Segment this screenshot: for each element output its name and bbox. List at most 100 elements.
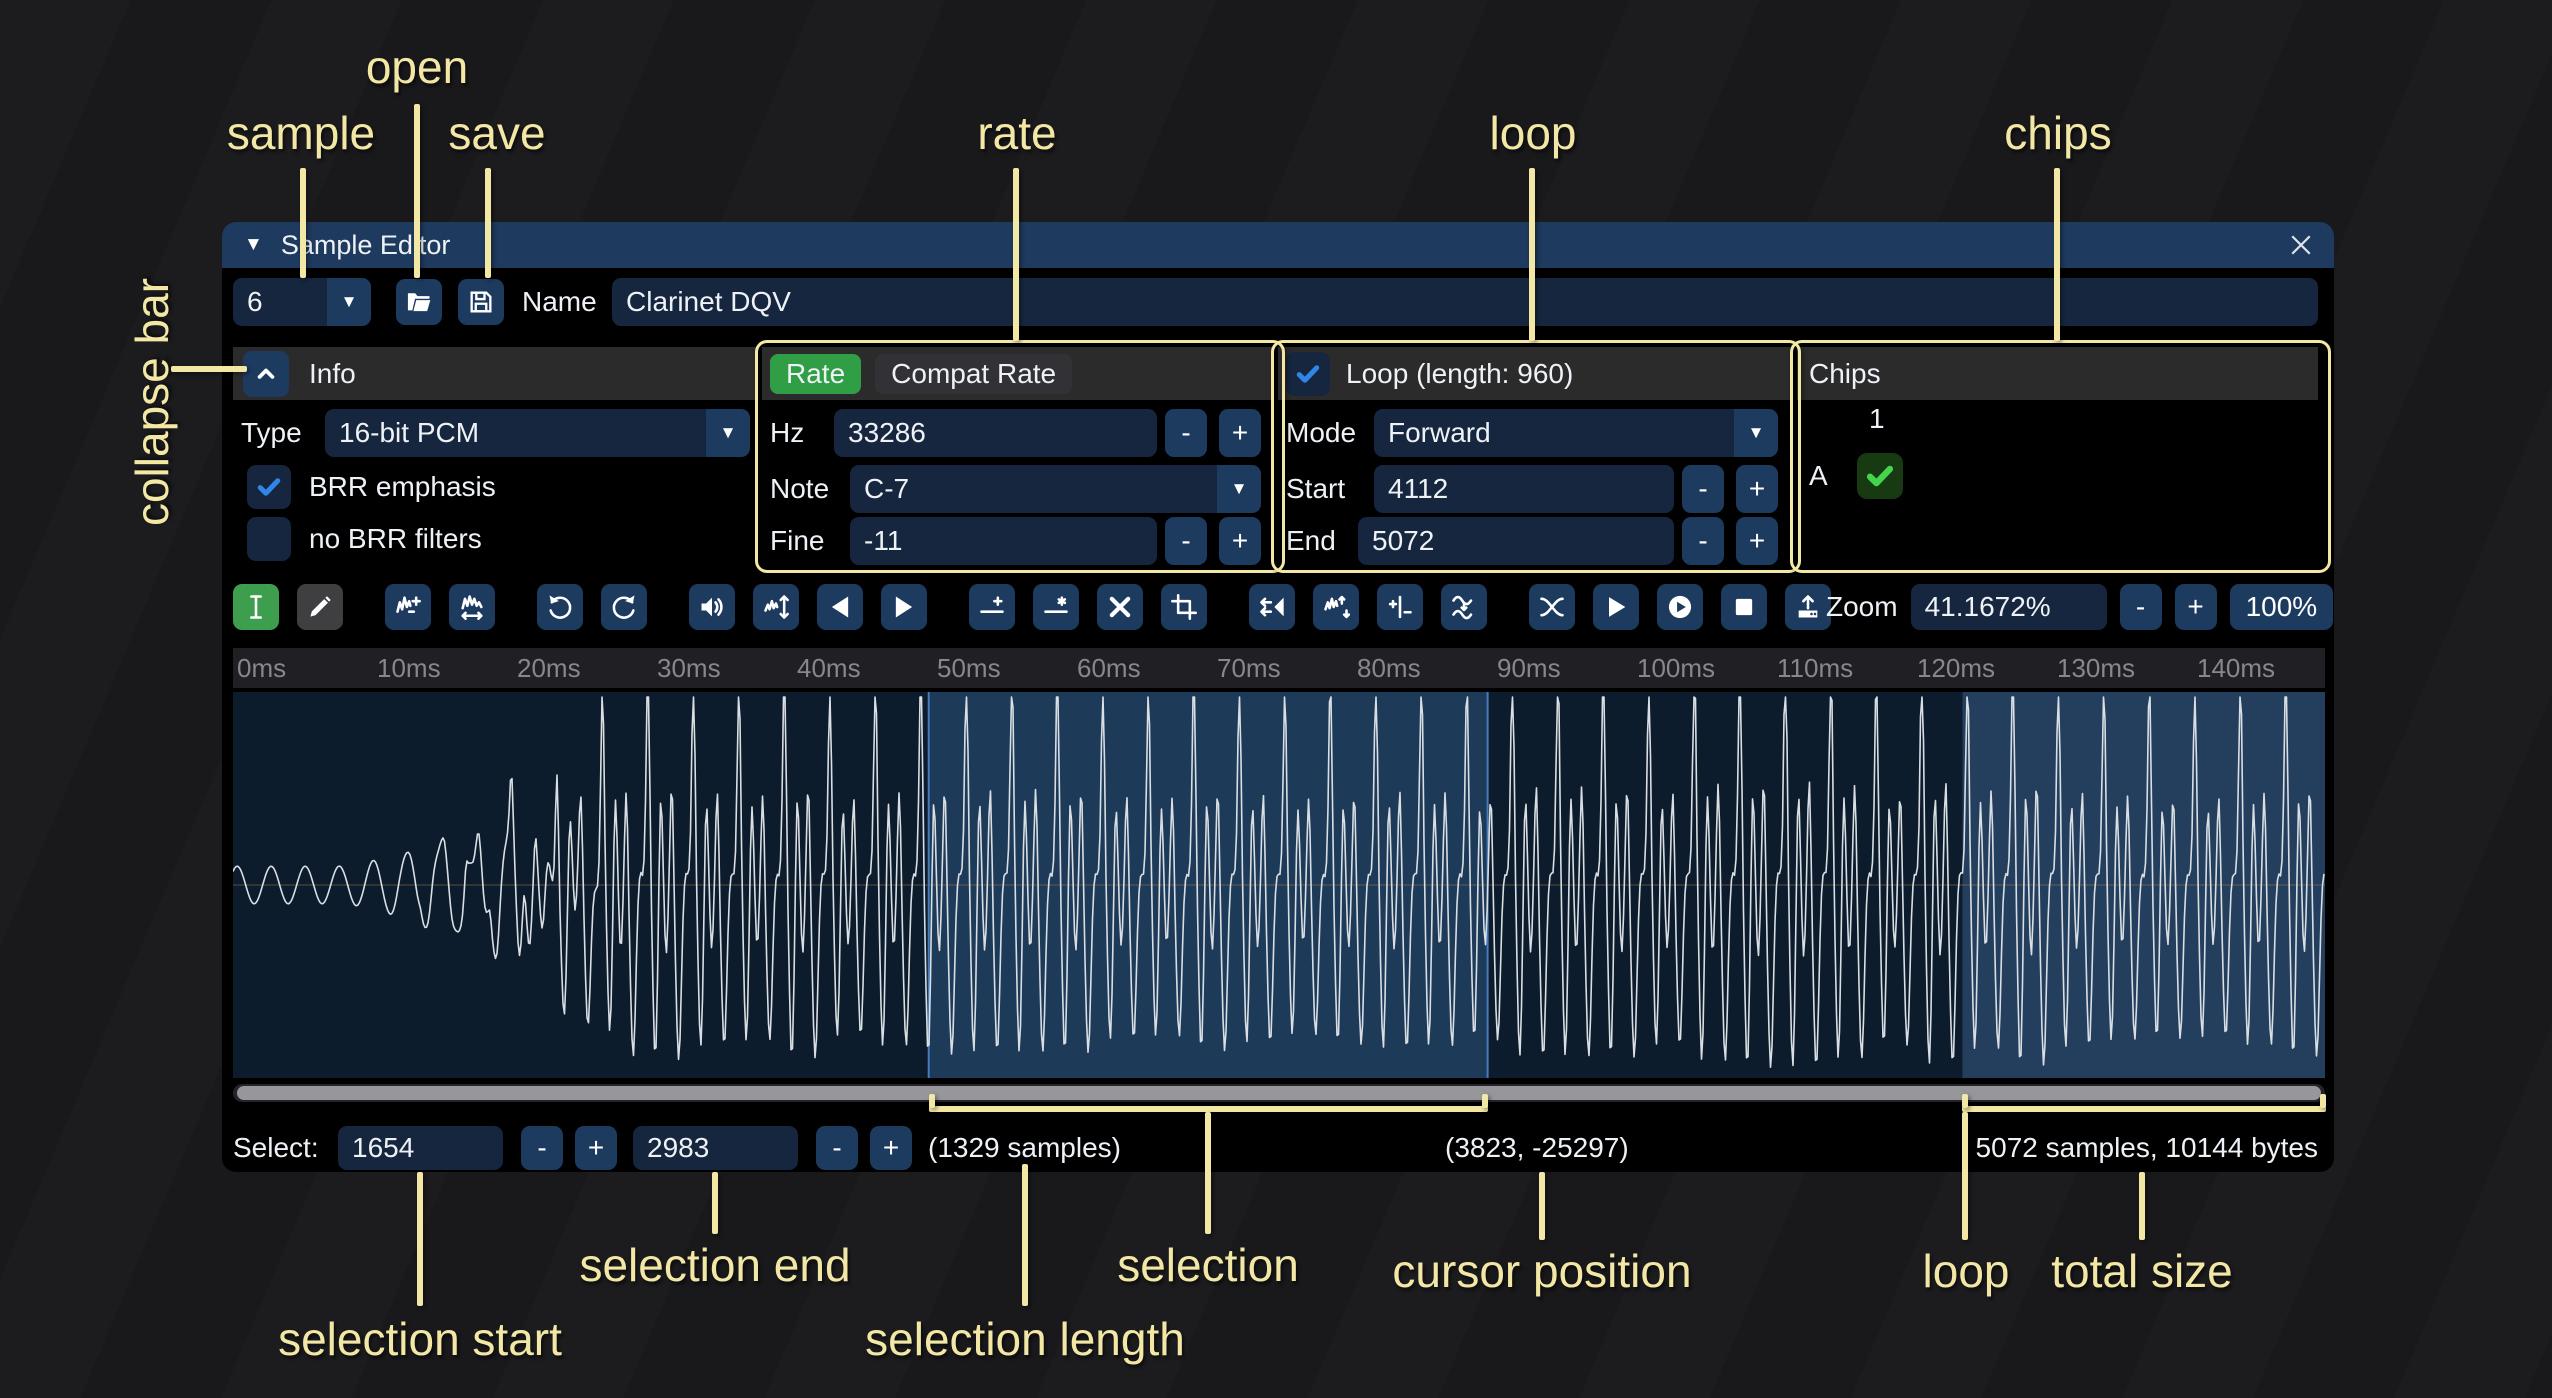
time-ruler[interactable]: 0ms10ms20ms30ms40ms50ms60ms70ms80ms90ms1… (233, 648, 2325, 688)
name-label: Name (522, 278, 597, 326)
draw-tool-button[interactable] (297, 584, 343, 630)
zoom-controls: Zoom 41.1672% - + 100% (1826, 584, 2333, 630)
zoom-minus-button[interactable]: - (2120, 584, 2162, 630)
chips-callout-box (1790, 340, 2331, 573)
title-bar[interactable]: ▼ Sample Editor (222, 222, 2334, 268)
filter-icon (1450, 593, 1478, 621)
select-label: Select: (233, 1126, 319, 1170)
selection-end-minus-button[interactable]: - (816, 1126, 858, 1170)
filter-button[interactable] (1441, 584, 1487, 630)
insert-silence-button[interactable] (969, 584, 1015, 630)
trim-button[interactable] (1161, 584, 1207, 630)
fade-out-icon (890, 593, 918, 621)
scrollbar-thumb[interactable] (237, 1086, 2321, 1100)
annotation-rate: rate (977, 106, 1056, 160)
brr-emphasis-checkbox[interactable] (247, 465, 291, 509)
stop-button[interactable] (1721, 584, 1767, 630)
play-selection-button[interactable] (1657, 584, 1703, 630)
zoom-reset-button[interactable]: 100% (2230, 584, 2334, 630)
ruler-tick: 110ms (1777, 653, 1853, 684)
brr-emphasis-label: BRR emphasis (309, 463, 496, 511)
annotation-open: open (366, 40, 468, 94)
cursor-position-text: (3823, -25297) (1445, 1126, 1629, 1170)
info-header: Info (233, 347, 758, 400)
import-button[interactable] (1785, 584, 1831, 630)
status-bar: Select: 1654 - + 2983 - + (1329 samples)… (222, 1118, 2334, 1172)
crossfade-button[interactable] (1529, 584, 1575, 630)
type-value: 16-bit PCM (325, 409, 750, 457)
annotation-line-sample (300, 168, 306, 278)
toolbar-group (969, 584, 1207, 630)
zoom-plus-button[interactable]: + (2175, 584, 2217, 630)
zoom-field[interactable]: 41.1672% (1911, 584, 2107, 630)
chevron-down-icon[interactable]: ▼ (327, 278, 371, 326)
chevron-up-icon (252, 360, 280, 388)
resample-icon (458, 593, 486, 621)
fade-in-button[interactable] (817, 584, 863, 630)
ruler-tick: 0ms (237, 653, 286, 684)
type-dropdown[interactable]: 16-bit PCM ▼ (325, 409, 750, 457)
trim-icon (1170, 593, 1198, 621)
resample-button[interactable] (449, 584, 495, 630)
stop-icon (1730, 593, 1758, 621)
sign-convert-button[interactable] (1377, 584, 1423, 630)
select-tool-button[interactable] (233, 584, 279, 630)
selection-end-field[interactable]: 2983 (633, 1126, 798, 1170)
preview-button[interactable] (1593, 584, 1639, 630)
normalize-button[interactable] (753, 584, 799, 630)
waveform-scrollbar[interactable] (233, 1084, 2325, 1102)
invert-button[interactable] (1313, 584, 1359, 630)
annotation-line-cursor-position (1539, 1172, 1545, 1240)
ruler-tick: 100ms (1637, 653, 1715, 684)
open-button[interactable] (396, 279, 442, 325)
sample-selector[interactable]: 6 ▼ (233, 278, 371, 326)
selection-start-minus-button[interactable]: - (521, 1126, 563, 1170)
reverse-button[interactable] (1249, 584, 1295, 630)
ruler-tick: 50ms (937, 653, 1001, 684)
amplify-button[interactable] (689, 584, 735, 630)
close-button[interactable] (2284, 228, 2318, 262)
invert-icon (1322, 593, 1350, 621)
rate-callout-box (755, 340, 1285, 573)
apply-silence-button[interactable] (1033, 584, 1079, 630)
no-brr-filters-label: no BRR filters (309, 515, 482, 563)
chevron-down-icon[interactable]: ▼ (706, 409, 750, 457)
annotation-selection-start: selection start (278, 1312, 562, 1366)
selection-end-plus-button[interactable]: + (870, 1126, 912, 1170)
annotation-line-open (414, 104, 420, 278)
ruler-tick: 40ms (797, 653, 861, 684)
annotation-line-selection-length (1022, 1164, 1028, 1306)
open-folder-icon (405, 288, 433, 316)
fade-out-button[interactable] (881, 584, 927, 630)
undo-button[interactable] (537, 584, 583, 630)
ruler-tick: 60ms (1077, 653, 1141, 684)
redo-button[interactable] (601, 584, 647, 630)
info-collapse-button[interactable] (243, 351, 289, 397)
normalize-icon (762, 593, 790, 621)
annotation-save: save (448, 106, 545, 160)
waveform-view[interactable] (233, 692, 2325, 1078)
name-field[interactable]: Clarinet DQV (612, 278, 2318, 326)
import-icon (1794, 593, 1822, 621)
selection-start-field[interactable]: 1654 (338, 1126, 503, 1170)
no-brr-filters-checkbox[interactable] (247, 517, 291, 561)
annotation-selection-length: selection length (865, 1312, 1185, 1366)
screenshot-root: sample open save rate loop chips collaps… (0, 0, 2552, 1398)
ruler-tick: 20ms (517, 653, 581, 684)
amplify-icon (698, 593, 726, 621)
ruler-tick: 140ms (2197, 653, 2275, 684)
type-label: Type (241, 409, 302, 457)
annotation-loop-bottom: loop (1923, 1244, 2010, 1298)
save-button[interactable] (458, 279, 504, 325)
delete-button[interactable] (1097, 584, 1143, 630)
fade-in-icon (826, 593, 854, 621)
selection-start-plus-button[interactable]: + (575, 1126, 617, 1170)
resize-button[interactable] (385, 584, 431, 630)
ruler-tick: 30ms (657, 653, 721, 684)
sign-convert-icon (1386, 593, 1414, 621)
ruler-tick: 70ms (1217, 653, 1281, 684)
window-collapse-icon[interactable]: ▼ (244, 234, 263, 256)
info-title: Info (309, 358, 356, 390)
loop-callout-box (1271, 340, 1801, 573)
ruler-tick: 80ms (1357, 653, 1421, 684)
